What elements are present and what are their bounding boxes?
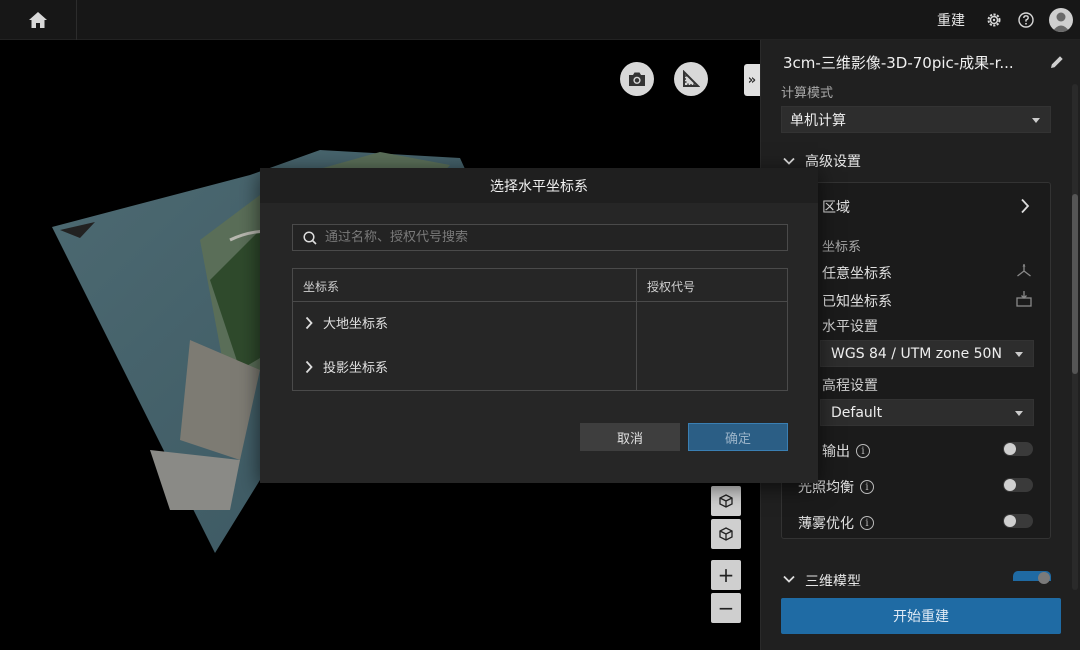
tree-row-label: 大地坐标系 bbox=[323, 317, 389, 332]
known-coord-option[interactable]: 已知坐标系 bbox=[822, 291, 892, 311]
tree-row-label: 投影坐标系 bbox=[323, 361, 389, 376]
home-icon bbox=[29, 12, 47, 28]
coord-system-label: 坐标系 bbox=[822, 240, 862, 255]
search-icon bbox=[303, 230, 317, 245]
chevron-right-icon bbox=[305, 360, 313, 373]
camera-button[interactable] bbox=[620, 62, 654, 96]
rebuild-link[interactable]: 重建 bbox=[937, 10, 965, 30]
axes-icon bbox=[1017, 264, 1031, 277]
haze-label: 薄雾优化 bbox=[798, 516, 854, 532]
table-header: 坐标系 授权代号 bbox=[293, 269, 787, 302]
ruler-icon bbox=[683, 70, 700, 87]
chevron-down-icon bbox=[783, 575, 795, 583]
home-button[interactable] bbox=[0, 0, 77, 40]
avatar[interactable] bbox=[1049, 8, 1073, 32]
elevation-value: Default bbox=[831, 404, 883, 421]
search-box[interactable] bbox=[292, 224, 788, 251]
panel-footer: 开始重建 bbox=[761, 586, 1080, 650]
view-cube-bottom-button[interactable] bbox=[711, 519, 741, 549]
horizontal-coord-select[interactable]: WGS 84 / UTM zone 50N bbox=[820, 340, 1034, 367]
camera-icon bbox=[629, 72, 645, 86]
info-icon[interactable]: i bbox=[860, 480, 874, 494]
chevron-down-icon bbox=[1015, 410, 1023, 416]
pencil-icon[interactable] bbox=[1049, 54, 1065, 70]
region-label: 区域 bbox=[822, 200, 850, 216]
model3d-toggle[interactable] bbox=[1013, 571, 1051, 584]
dialog-title: 选择水平坐标系 bbox=[260, 168, 818, 203]
haze-toggle[interactable] bbox=[1003, 514, 1033, 528]
measure-button[interactable] bbox=[674, 62, 708, 96]
haze-row: 薄雾优化 i bbox=[798, 513, 874, 533]
col-code-header: 授权代号 bbox=[647, 280, 696, 294]
help-icon[interactable] bbox=[1017, 11, 1035, 29]
col-coord-header: 坐标系 bbox=[303, 280, 340, 294]
coordinate-import-icon bbox=[1016, 291, 1032, 307]
info-icon[interactable]: i bbox=[856, 444, 870, 458]
info-icon[interactable]: i bbox=[860, 516, 874, 530]
elevation-select[interactable]: Default bbox=[820, 399, 1034, 426]
search-input[interactable] bbox=[325, 230, 775, 245]
output-label: 输出 bbox=[822, 444, 850, 460]
top-bar: 重建 bbox=[0, 0, 1080, 40]
panel-scrollbar[interactable] bbox=[1072, 84, 1078, 590]
gear-icon[interactable] bbox=[985, 11, 1003, 29]
chevron-right-icon bbox=[305, 316, 313, 329]
confirm-button[interactable]: 确定 bbox=[688, 423, 788, 451]
start-rebuild-button[interactable]: 开始重建 bbox=[781, 598, 1061, 634]
user-icon bbox=[1052, 12, 1070, 32]
any-coord-option[interactable]: 任意坐标系 bbox=[822, 263, 892, 283]
compute-mode-value: 单机计算 bbox=[790, 112, 846, 129]
tree-row-geographic[interactable]: 大地坐标系 bbox=[305, 313, 388, 332]
zoom-out-button[interactable]: − bbox=[711, 593, 741, 623]
chevron-down-icon bbox=[1015, 351, 1023, 357]
output-toggle[interactable] bbox=[1003, 442, 1033, 456]
compute-mode-select[interactable]: 单机计算 bbox=[781, 106, 1051, 133]
panel-header: 3cm-三维影像-3D-70pic-成果-r... bbox=[761, 40, 1080, 84]
chevron-down-icon bbox=[1032, 117, 1040, 123]
collapse-panel-tab[interactable]: » bbox=[744, 64, 760, 96]
top-right-actions: 重建 bbox=[937, 0, 1080, 40]
tree-row-projected[interactable]: 投影坐标系 bbox=[305, 357, 388, 376]
horizontal-coord-value: WGS 84 / UTM zone 50N bbox=[831, 345, 1002, 362]
output-row: 输出 i bbox=[822, 441, 870, 461]
column-divider bbox=[636, 269, 637, 390]
compute-mode-label: 计算模式 bbox=[781, 86, 834, 101]
cancel-button[interactable]: 取消 bbox=[580, 423, 680, 451]
coord-table: 坐标系 授权代号 大地坐标系 投影坐标系 bbox=[292, 268, 788, 391]
advanced-settings-card: 区域 坐标系 任意坐标系 已知坐标系 水平设置 WGS 84 / UTM zon… bbox=[781, 182, 1051, 539]
cube-icon bbox=[719, 527, 733, 541]
project-title: 3cm-三维影像-3D-70pic-成果-r... bbox=[783, 53, 1014, 72]
view-cube-top-button[interactable] bbox=[711, 486, 741, 516]
coord-system-dialog: 选择水平坐标系 坐标系 授权代号 大地坐标系 投影坐标系 取消 确定 bbox=[260, 168, 818, 483]
chevron-down-icon bbox=[783, 157, 795, 165]
zoom-in-button[interactable]: + bbox=[711, 560, 741, 590]
model3d-label: 三维模型 bbox=[805, 574, 861, 586]
scrollbar-thumb[interactable] bbox=[1072, 194, 1078, 374]
model3d-section-toggle[interactable]: 三维模型 bbox=[783, 570, 861, 586]
elevation-setting-label: 高程设置 bbox=[822, 378, 878, 394]
light-balance-toggle[interactable] bbox=[1003, 478, 1033, 492]
horizontal-setting-label: 水平设置 bbox=[822, 319, 878, 335]
cube-icon bbox=[719, 494, 733, 508]
chevron-right-icon[interactable] bbox=[1020, 198, 1030, 214]
